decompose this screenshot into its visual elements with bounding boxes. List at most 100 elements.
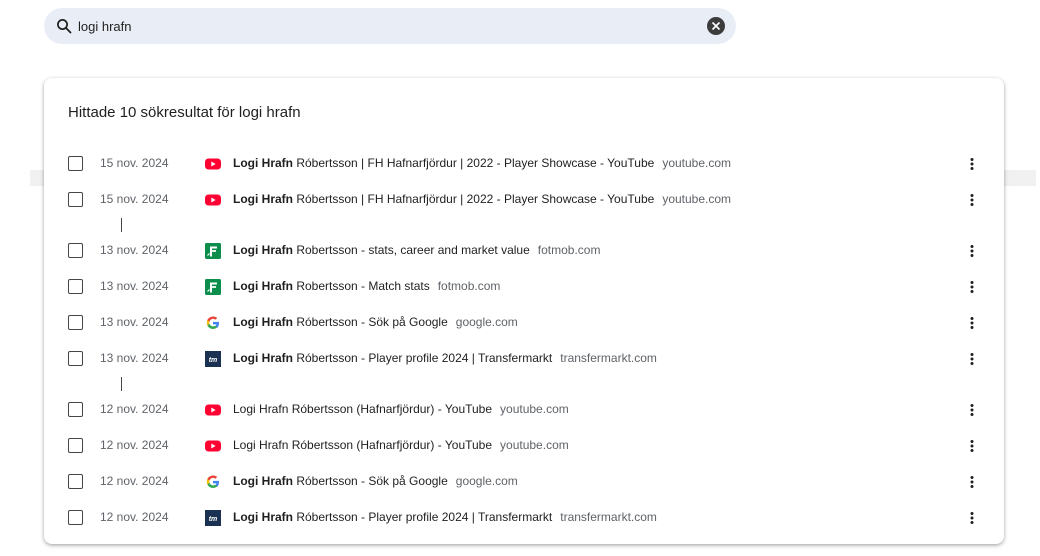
list-item[interactable]: 13 nov. 2024 Logi Hrafn Robertsson - stat… [44,233,1004,269]
row-checkbox[interactable] [68,438,83,453]
domain-label: google.com [455,474,518,488]
more-options-button[interactable] [962,154,982,174]
result-link[interactable]: Logi Hrafn Róbertsson | FH Hafnarfjördur… [233,156,731,170]
more-vert-icon [970,158,974,170]
more-options-button[interactable] [962,349,982,369]
more-vert-icon [970,353,974,365]
visit-date: 12 nov. 2024 [100,438,169,452]
svg-text:tm: tm [209,357,218,364]
domain-label: fotmob.com [437,279,501,293]
title-match: Logi Hrafn [233,156,293,170]
list-item[interactable]: 12 nov. 2024 Logi Hrafn Róbertsson (Hafna… [44,428,1004,464]
title-text: Róbertsson - Player profile 2024 | Trans… [293,351,553,365]
result-link[interactable]: Logi Hrafn Róbertsson - Sök på Google goo… [233,315,518,329]
result-link[interactable]: Logi Hrafn Róbertsson | FH Hafnarfjördur… [233,192,731,206]
visit-date: 13 nov. 2024 [100,351,169,365]
domain-label: youtube.com [662,156,732,170]
more-vert-icon [970,404,974,416]
results-heading: Hittade 10 sökresultat för logi hrafn [68,104,301,121]
title-match: Logi Hrafn [233,192,293,206]
title-text: Róbertsson | FH Hafnarfjördur | 2022 - P… [293,192,655,206]
visit-date: 12 nov. 2024 [100,402,169,416]
more-vert-icon [970,512,974,524]
more-options-button[interactable] [962,241,982,261]
domain-label: fotmob.com [537,243,601,257]
visit-date: 13 nov. 2024 [100,243,169,257]
youtube-icon [204,155,222,173]
row-checkbox[interactable] [68,351,83,366]
google-icon [204,314,222,332]
result-link[interactable]: Logi Hrafn Róbertsson (Hafnarfjördur) - … [233,402,569,416]
result-link[interactable]: Logi Hrafn Róbertsson - Player profile 2… [233,351,657,365]
domain-label: youtube.com [500,438,569,452]
title-text: Róbertsson - Sök på Google [293,315,448,329]
domain-label: transfermarkt.com [560,510,657,524]
row-checkbox[interactable] [68,156,83,171]
title-match: Logi Hrafn [233,243,293,257]
title-match: Logi Hrafn [233,315,293,329]
row-checkbox[interactable] [68,243,83,258]
domain-label: youtube.com [662,192,732,206]
result-link[interactable]: Logi Hrafn Robertsson - stats, career an… [233,243,600,257]
title-text: Logi Hrafn Róbertsson (Hafnarfjördur) - … [233,438,493,452]
visit-date: 15 nov. 2024 [100,156,169,170]
youtube-icon [204,191,222,209]
row-checkbox[interactable] [68,402,83,417]
visit-date: 13 nov. 2024 [100,315,169,329]
domain-label: transfermarkt.com [560,351,657,365]
transfermarkt-icon: tm [204,509,222,527]
transfermarkt-icon: tm [204,350,222,368]
title-text: Róbertsson - Player profile 2024 | Trans… [293,510,553,524]
search-icon [57,19,72,34]
row-checkbox[interactable] [68,474,83,489]
svg-text:tm: tm [209,516,218,523]
youtube-icon [204,401,222,419]
visit-date: 12 nov. 2024 [100,510,169,524]
title-match: Logi Hrafn [233,351,293,365]
row-checkbox[interactable] [68,510,83,525]
title-match: Logi Hrafn [233,474,293,488]
search-input[interactable] [78,8,678,44]
list-item[interactable]: 13 nov. 2024 Logi Hrafn Róbertsson - Sök … [44,305,1004,341]
timeline-divider [121,377,122,391]
title-text: Róbertsson | FH Hafnarfjördur | 2022 - P… [293,156,655,170]
row-checkbox[interactable] [68,192,83,207]
result-link[interactable]: Logi Hrafn Róbertsson (Hafnarfjördur) - … [233,438,569,452]
visit-date: 12 nov. 2024 [100,474,169,488]
result-link[interactable]: Logi Hrafn Robertsson - Match stats fotmo… [233,279,500,293]
list-item[interactable]: 12 nov. 2024 Logi Hrafn Róbertsson - Sök … [44,464,1004,500]
row-checkbox[interactable] [68,279,83,294]
more-options-button[interactable] [962,190,982,210]
domain-label: youtube.com [500,402,569,416]
result-link[interactable]: Logi Hrafn Róbertsson - Sök på Google goo… [233,474,518,488]
google-icon [204,473,222,491]
more-vert-icon [970,317,974,329]
list-item[interactable]: 13 nov. 2024 Logi Hrafn Robertsson - Matc… [44,269,1004,305]
more-options-button[interactable] [962,313,982,333]
title-text: Logi Hrafn Róbertsson (Hafnarfjördur) - … [233,402,493,416]
list-item[interactable]: 15 nov. 2024 Logi Hrafn Róbertsson | FH H… [44,146,1004,182]
more-options-button[interactable] [962,472,982,492]
list-item[interactable]: 13 nov. 2024 tm Logi Hrafn Róbertsson - Pl… [44,341,1004,377]
more-vert-icon [970,281,974,293]
results-card: Hittade 10 sökresultat för logi hrafn 15… [44,78,1004,544]
title-text: Robertsson - stats, career and market va… [293,243,530,257]
youtube-icon [204,437,222,455]
clear-search-button[interactable] [707,17,725,35]
result-link[interactable]: Logi Hrafn Róbertsson - Player profile 2… [233,510,657,524]
search-bar [44,8,736,44]
list-item[interactable]: 12 nov. 2024 tm Logi Hrafn Róbertsson - Pl… [44,500,1004,536]
more-options-button[interactable] [962,277,982,297]
title-text: Róbertsson - Sök på Google [293,474,448,488]
list-item[interactable]: 15 nov. 2024 Logi Hrafn Róbertsson | FH H… [44,182,1004,218]
more-vert-icon [970,440,974,452]
list-item[interactable]: 12 nov. 2024 Logi Hrafn Róbertsson (Hafna… [44,392,1004,428]
row-checkbox[interactable] [68,315,83,330]
more-vert-icon [970,245,974,257]
more-options-button[interactable] [962,508,982,528]
more-options-button[interactable] [962,400,982,420]
title-match: Logi Hrafn [233,510,293,524]
more-options-button[interactable] [962,436,982,456]
fotmob-icon [204,278,222,296]
timeline-divider [121,218,122,232]
